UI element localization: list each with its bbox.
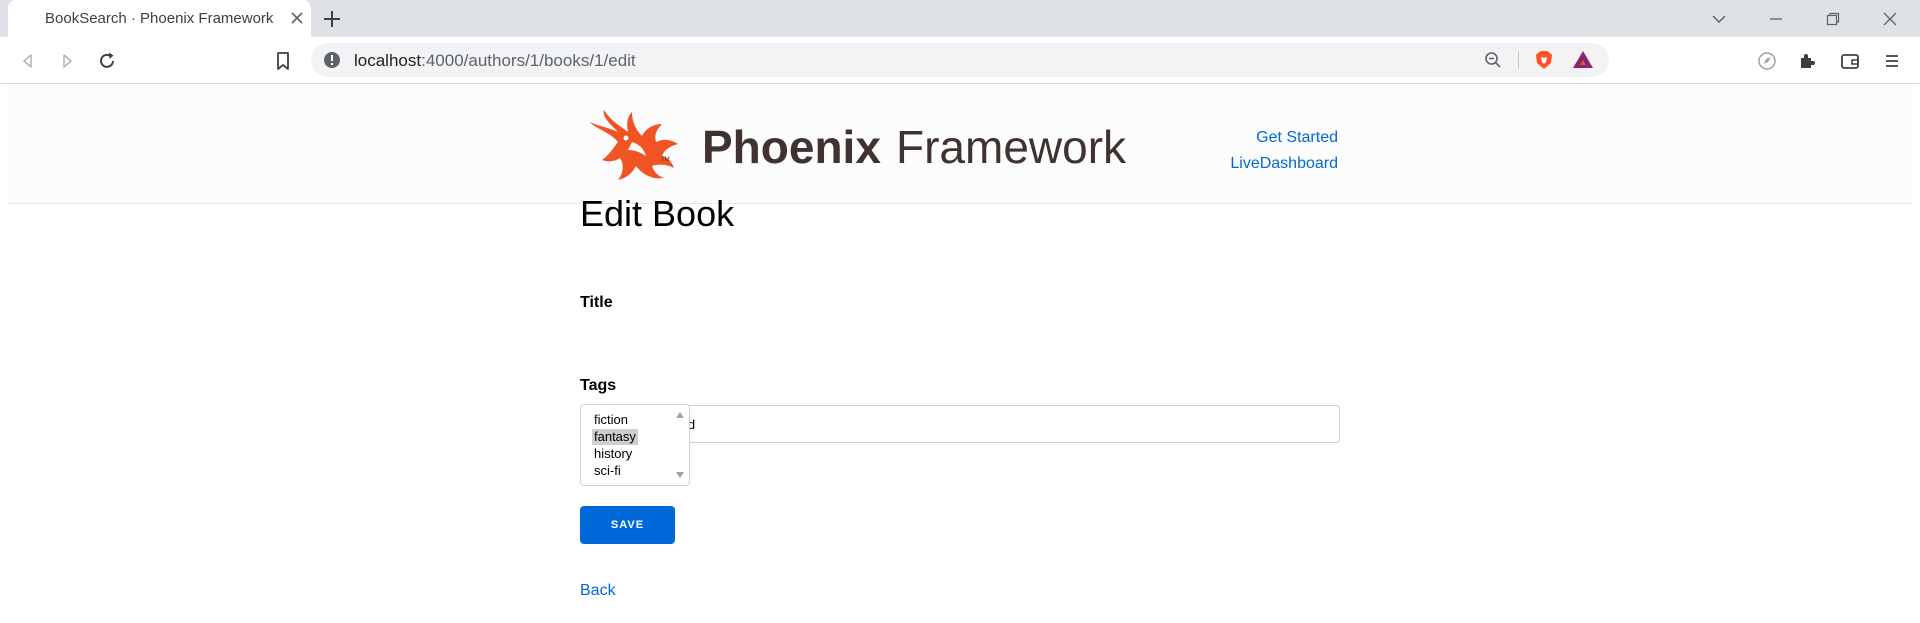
browser-toolbar: localhost:4000/authors/1/books/1/edit <box>0 37 1920 84</box>
tag-option-sci-fi[interactable]: sci-fi <box>592 463 623 479</box>
address-bar[interactable]: localhost:4000/authors/1/books/1/edit <box>311 43 1609 77</box>
restore-icon[interactable] <box>1821 7 1845 31</box>
title-input[interactable] <box>580 405 1340 443</box>
logo-text-phoenix: Phoenix <box>702 121 881 173</box>
site-info-icon[interactable] <box>323 51 341 69</box>
logo-trademark: TM <box>661 157 670 163</box>
back-icon[interactable] <box>16 49 40 73</box>
bookmark-icon[interactable] <box>271 49 295 73</box>
get-started-link[interactable]: Get Started <box>1158 125 1338 151</box>
app-header: TM Phoenix Framework Get Started LiveDas… <box>8 85 1912 204</box>
scroll-up-arrow-icon[interactable] <box>676 412 684 418</box>
logo-text-framework: Framework <box>896 121 1127 173</box>
omnibox-separator <box>1518 51 1519 69</box>
tags-scrollbar[interactable] <box>672 405 689 485</box>
brave-shields-icon[interactable] <box>1533 49 1555 71</box>
live-dashboard-link[interactable]: LiveDashboard <box>1158 151 1338 177</box>
tag-option-fantasy[interactable]: fantasy <box>592 429 638 445</box>
close-window-icon[interactable] <box>1878 7 1902 31</box>
title-label: Title <box>580 294 613 311</box>
tab-title: BookSearch · Phoenix Framework <box>45 10 274 27</box>
new-tab-icon[interactable] <box>321 8 343 30</box>
tags-multiselect[interactable]: fiction fantasy history sci-fi <box>580 404 690 486</box>
page-viewport: TM Phoenix Framework Get Started LiveDas… <box>0 85 1920 623</box>
url-text[interactable]: localhost:4000/authors/1/books/1/edit <box>354 51 636 71</box>
reload-icon[interactable] <box>95 49 119 73</box>
close-tab-icon[interactable] <box>288 9 306 27</box>
browser-tab[interactable]: BookSearch · Phoenix Framework <box>8 0 311 37</box>
page-title: Edit Book <box>580 193 735 234</box>
header-nav: Get Started LiveDashboard <box>1158 125 1338 177</box>
tab-search-icon[interactable] <box>1707 7 1731 31</box>
tags-label: Tags <box>580 377 617 394</box>
phoenix-bird-icon <box>590 110 678 180</box>
tag-option-fiction[interactable]: fiction <box>592 412 630 428</box>
browser-tab-bar: BookSearch · Phoenix Framework <box>0 0 1920 37</box>
leo-icon[interactable] <box>1755 49 1779 73</box>
wallet-icon[interactable] <box>1838 49 1862 73</box>
back-link[interactable]: Back <box>580 582 616 600</box>
forward-icon[interactable] <box>55 49 79 73</box>
menu-icon[interactable] <box>1880 49 1904 73</box>
scroll-down-arrow-icon[interactable] <box>676 472 684 478</box>
tag-option-history[interactable]: history <box>592 446 634 462</box>
brave-rewards-icon[interactable] <box>1572 49 1594 71</box>
minimize-icon[interactable] <box>1764 7 1788 31</box>
zoom-out-icon[interactable] <box>1483 50 1503 70</box>
phoenix-logo[interactable]: TM Phoenix Framework <box>588 108 1128 184</box>
save-button[interactable]: SAVE <box>580 506 675 544</box>
extensions-icon[interactable] <box>1796 49 1820 73</box>
